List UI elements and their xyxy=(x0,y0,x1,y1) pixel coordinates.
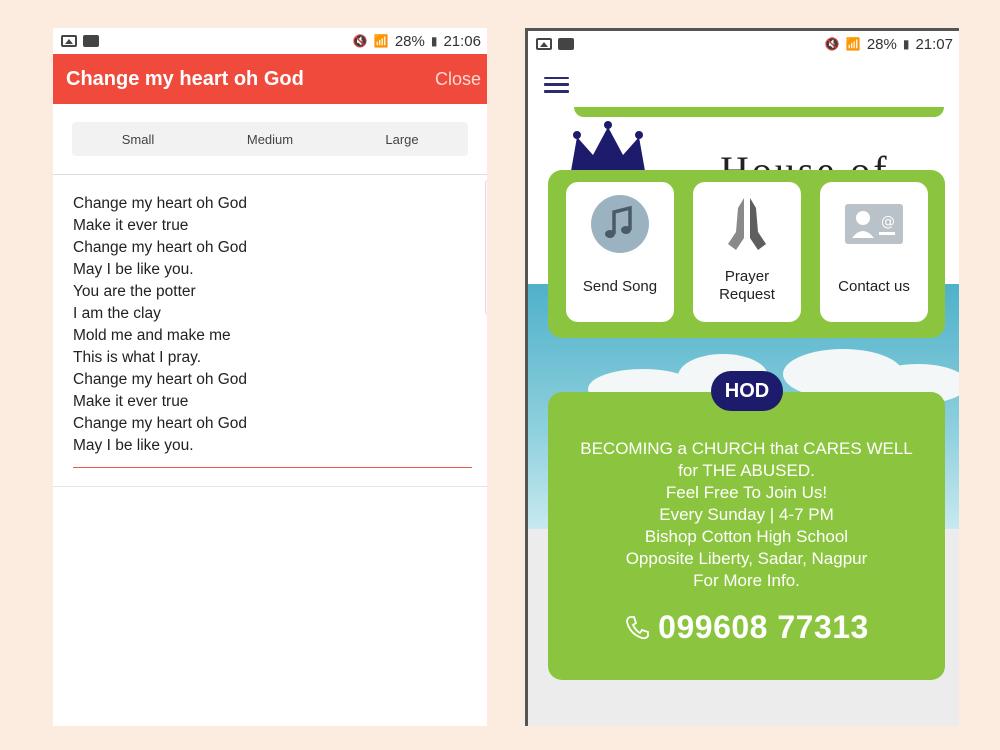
top-app-bar xyxy=(528,57,959,112)
battery-percent: 28% xyxy=(394,32,425,50)
mute-icon: 🔇 xyxy=(352,34,368,48)
battery-icon: ▮ xyxy=(902,37,910,51)
contact-us-label: Contact us xyxy=(838,278,910,295)
contact-us-button[interactable]: @ Contact us xyxy=(820,182,928,322)
info-line: BECOMING a CHURCH that CARES WELL xyxy=(580,439,913,458)
font-size-selector: Small Medium Large xyxy=(72,122,468,156)
contact-card-icon: @ xyxy=(841,194,907,254)
song-header: Change my heart oh God Close xyxy=(53,54,487,104)
edge-panel-handle[interactable] xyxy=(485,180,487,315)
font-size-medium-button[interactable]: Medium xyxy=(204,132,336,147)
info-line: Every Sunday | 4-7 PM xyxy=(659,505,834,524)
activity-notification-icon xyxy=(83,35,99,47)
info-line: for THE ABUSED. xyxy=(678,461,815,480)
lyric-line: Make it ever true xyxy=(73,393,189,410)
lyrics-underline xyxy=(73,467,472,468)
service-info-panel: BECOMING a CHURCH that CARES WELL for TH… xyxy=(548,392,945,680)
quick-actions-panel: Send Song Prayer Request @ Contact us xyxy=(548,170,945,338)
lyric-line: May I be like you. xyxy=(73,437,194,454)
battery-percent: 28% xyxy=(866,35,897,53)
banner-strip xyxy=(574,107,944,117)
prayer-request-button[interactable]: Prayer Request xyxy=(693,182,801,322)
font-size-small-button[interactable]: Small xyxy=(72,132,204,147)
lyric-line: You are the potter xyxy=(73,283,196,300)
lyric-line: Mold me and make me xyxy=(73,327,231,344)
gallery-notification-icon xyxy=(536,38,552,50)
svg-text:@: @ xyxy=(881,214,895,230)
lyric-line: Make it ever true xyxy=(73,217,189,234)
hod-badge: HOD xyxy=(711,371,783,411)
menu-icon[interactable] xyxy=(544,76,569,93)
lyrics-screen: 🔇 📶 28% ▮ 21:06 Change my heart oh God C… xyxy=(53,28,487,726)
song-title: Change my heart oh God xyxy=(66,67,304,90)
clock: 21:07 xyxy=(915,35,953,53)
mute-icon: 🔇 xyxy=(824,37,840,51)
lyrics-body: Change my heart oh God Make it ever true… xyxy=(53,175,487,457)
music-note-icon xyxy=(587,194,653,254)
status-bar: 🔇 📶 28% ▮ 21:06 xyxy=(53,28,487,54)
phone-icon xyxy=(626,616,650,640)
lyric-line: Change my heart oh God xyxy=(73,239,248,256)
lyric-line: Change my heart oh God xyxy=(73,371,248,388)
activity-notification-icon xyxy=(558,38,574,50)
send-song-label: Send Song xyxy=(582,278,658,295)
lyric-line: May I be like you. xyxy=(73,261,194,278)
clock: 21:06 xyxy=(443,32,481,50)
phone-number: 099608 77313 xyxy=(658,609,869,645)
wifi-icon: 📶 xyxy=(373,34,389,48)
lyric-line: Change my heart oh God xyxy=(73,195,248,212)
battery-icon: ▮ xyxy=(430,34,438,48)
lyric-line: Change my heart oh God xyxy=(73,415,248,432)
font-size-large-button[interactable]: Large xyxy=(336,132,468,147)
wifi-icon: 📶 xyxy=(845,37,861,51)
lyric-line: This is what I pray. xyxy=(73,349,202,366)
gallery-notification-icon xyxy=(61,35,77,47)
call-button[interactable]: 099608 77313 xyxy=(548,609,945,645)
lyric-line: I am the clay xyxy=(73,305,161,322)
prayer-request-label: Prayer Request xyxy=(719,268,775,303)
info-line: Feel Free To Join Us! xyxy=(665,483,828,502)
info-line: Opposite Liberty, Sadar, Nagpur xyxy=(625,549,868,568)
praying-hands-icon xyxy=(714,194,780,254)
send-song-button[interactable]: Send Song xyxy=(566,182,674,322)
info-line: For More Info. xyxy=(693,571,800,590)
info-line: Bishop Cotton High School xyxy=(644,527,849,546)
home-screen: 🔇 📶 28% ▮ 21:07 House of xyxy=(525,28,959,726)
divider xyxy=(53,486,487,487)
status-bar: 🔇 📶 28% ▮ 21:07 xyxy=(528,31,959,57)
close-button[interactable]: Close xyxy=(435,69,481,90)
